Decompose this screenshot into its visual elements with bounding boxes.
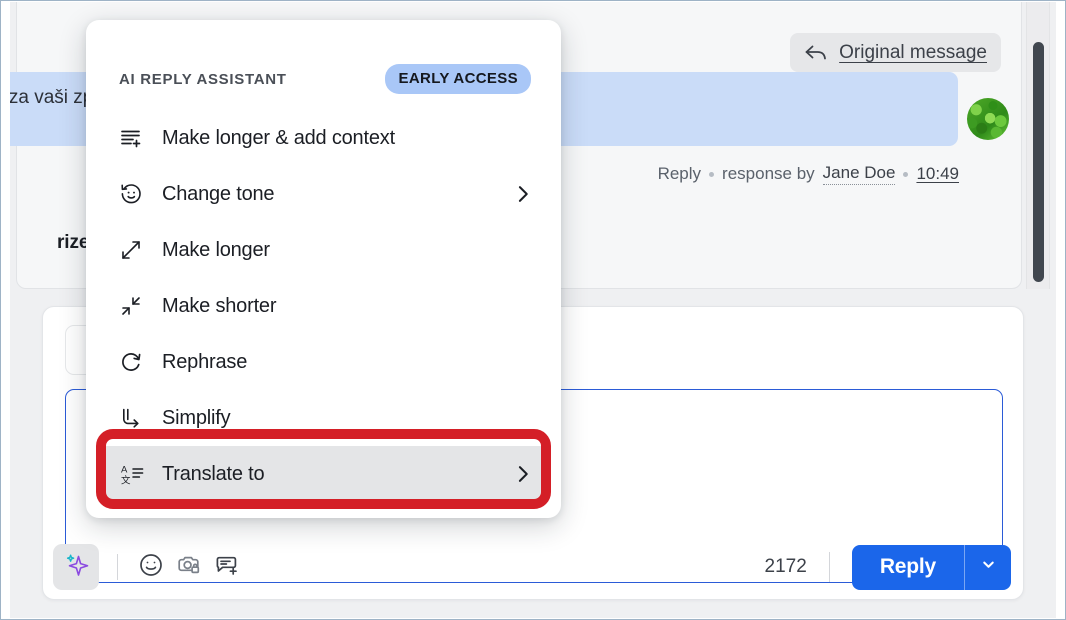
- sparkle-icon: [62, 551, 90, 584]
- menu-item-label: Change tone: [162, 183, 274, 206]
- reply-dropdown-button[interactable]: [964, 545, 1011, 590]
- reply-button-group[interactable]: Reply: [852, 545, 1011, 590]
- composer-toolbar-right: 2172 Reply: [765, 545, 1011, 590]
- text-add-icon: [119, 126, 149, 150]
- svg-text:文: 文: [121, 474, 131, 486]
- response-by-label: response by: [722, 164, 815, 184]
- reply-button[interactable]: Reply: [852, 545, 964, 590]
- menu-item-simplify[interactable]: Simplify: [98, 390, 549, 446]
- conversation-scrollbar[interactable]: [1026, 2, 1050, 289]
- ai-reply-assistant-menu: AI REPLY ASSISTANT EARLY ACCESS Make lon…: [86, 20, 561, 518]
- translate-icon: A 文: [119, 462, 149, 486]
- workspace: Original message e za vaši zpětnou vazbu…: [10, 2, 1056, 618]
- message-author[interactable]: Jane Doe: [823, 163, 896, 185]
- simplify-arrow-icon: [119, 406, 149, 430]
- toolbar-divider-2: [829, 552, 830, 582]
- toolbar-divider: [117, 554, 118, 580]
- message-kind: Reply: [658, 164, 701, 184]
- menu-item-label: Translate to: [162, 463, 264, 486]
- menu-item-label: Make longer & add context: [162, 127, 395, 150]
- original-message-label: Original message: [839, 42, 987, 64]
- composer-toolbar: 2172 Reply: [53, 544, 1011, 590]
- refresh-icon: [119, 350, 149, 374]
- tone-smiley-icon: [119, 182, 149, 206]
- canned-response-button[interactable]: [208, 548, 246, 586]
- application-window: Original message e za vaši zpětnou vazbu…: [0, 0, 1066, 620]
- early-access-badge: EARLY ACCESS: [385, 64, 531, 94]
- menu-item-label: Simplify: [162, 407, 230, 430]
- chevron-right-icon: [513, 184, 533, 204]
- message-time[interactable]: 10:49: [916, 164, 959, 184]
- collapse-diagonal-icon: [119, 294, 149, 318]
- chevron-down-icon: [981, 557, 996, 577]
- menu-item-change-tone[interactable]: Change tone: [98, 166, 549, 222]
- conversation-scrollbar-thumb[interactable]: [1033, 42, 1044, 282]
- note-plus-icon: [214, 552, 240, 583]
- chevron-right-icon: [513, 464, 533, 484]
- menu-item-label: Rephrase: [162, 351, 247, 374]
- screenshot-button[interactable]: [170, 548, 208, 586]
- ai-menu-list: Make longer & add context Change tone: [86, 110, 561, 502]
- menu-item-make-longer[interactable]: Make longer: [98, 222, 549, 278]
- reply-arrow-icon: [804, 43, 828, 63]
- expand-diagonal-icon: [119, 238, 149, 262]
- menu-item-make-shorter[interactable]: Make shorter: [98, 278, 549, 334]
- menu-item-make-longer-add-context[interactable]: Make longer & add context: [98, 110, 549, 166]
- menu-item-label: Make longer: [162, 239, 270, 262]
- ai-assist-button[interactable]: [53, 544, 99, 590]
- ai-menu-header: AI REPLY ASSISTANT EARLY ACCESS: [86, 20, 561, 94]
- meta-separator-dot-2: [903, 172, 908, 177]
- original-message-button[interactable]: Original message: [790, 33, 1001, 72]
- emoji-button[interactable]: [132, 548, 170, 586]
- message-meta: Reply response by Jane Doe 10:49: [658, 163, 959, 185]
- character-count: 2172: [765, 556, 807, 578]
- avatar: [967, 98, 1009, 140]
- menu-item-translate-to[interactable]: A 文 Translate to: [98, 446, 549, 502]
- camera-lock-icon: [176, 552, 202, 583]
- meta-separator-dot: [709, 172, 714, 177]
- svg-text:A: A: [121, 465, 128, 476]
- menu-item-label: Make shorter: [162, 295, 276, 318]
- menu-item-rephrase[interactable]: Rephrase: [98, 334, 549, 390]
- ai-menu-title: AI REPLY ASSISTANT: [119, 71, 287, 88]
- smiley-icon: [138, 552, 164, 583]
